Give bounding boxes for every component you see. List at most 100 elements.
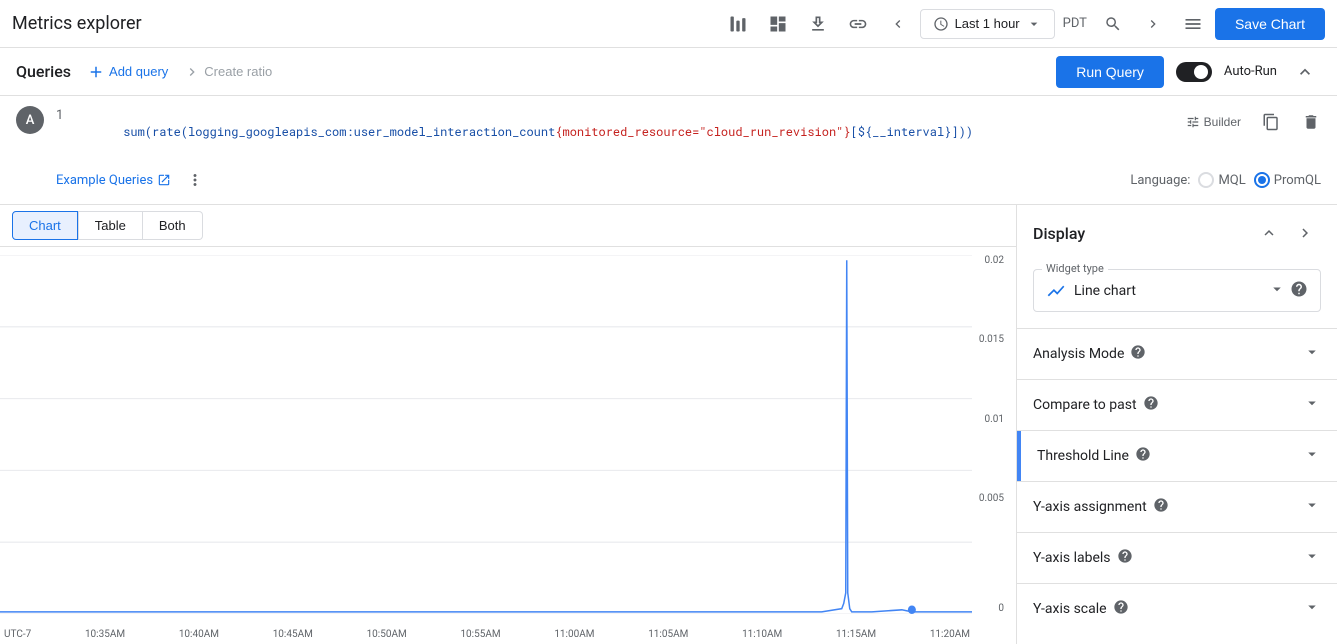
tab-both[interactable]: Both bbox=[143, 211, 203, 240]
queries-bar: Queries Add query Create ratio Run Query… bbox=[0, 48, 1337, 96]
mql-label: MQL bbox=[1218, 173, 1245, 188]
tab-chart[interactable]: Chart bbox=[12, 211, 78, 240]
section-y-axis-scale[interactable]: Y-axis scale bbox=[1017, 583, 1337, 634]
section-left: Y-axis scale bbox=[1033, 599, 1129, 619]
section-left: Y-axis assignment bbox=[1033, 497, 1169, 517]
section-left: Analysis Mode bbox=[1033, 344, 1146, 364]
widget-type-help-btn[interactable] bbox=[1290, 280, 1308, 301]
add-query-label: Add query bbox=[109, 64, 168, 79]
language-selector: Language: MQL PromQL bbox=[1130, 172, 1321, 188]
run-query-btn[interactable]: Run Query bbox=[1056, 56, 1164, 88]
section-threshold-line[interactable]: Threshold Line bbox=[1017, 430, 1337, 481]
threshold-line-chevron bbox=[1303, 445, 1321, 467]
app-header: Metrics explorer bbox=[0, 0, 1337, 48]
search-icon-btn[interactable] bbox=[1095, 6, 1131, 42]
query-code-field[interactable]: sum(rate(logging_googleapis_com:user_mod… bbox=[80, 104, 1170, 160]
timezone-x-label: UTC-7 bbox=[4, 629, 31, 640]
analysis-mode-chevron bbox=[1303, 343, 1321, 365]
chart-canvas: 0.02 0.015 0.01 0.005 0 bbox=[0, 247, 1016, 644]
x-label-2: 10:45AM bbox=[273, 629, 313, 640]
y-axis-scale-help-icon[interactable] bbox=[1113, 599, 1129, 619]
section-left: Compare to past bbox=[1033, 395, 1159, 415]
y-axis-assignment-help-icon[interactable] bbox=[1153, 497, 1169, 517]
y-label-bottom: 0 bbox=[998, 603, 1004, 614]
time-range-btn[interactable]: Last 1 hour bbox=[920, 9, 1055, 39]
widget-type-label: Widget type bbox=[1042, 262, 1108, 275]
create-ratio-label: Create ratio bbox=[204, 64, 272, 79]
display-header-actions bbox=[1253, 217, 1321, 249]
threshold-bar bbox=[1017, 431, 1021, 481]
compare-past-help-icon[interactable] bbox=[1143, 395, 1159, 415]
example-queries-link[interactable]: Example Queries bbox=[56, 173, 171, 188]
section-analysis-mode[interactable]: Analysis Mode bbox=[1017, 328, 1337, 379]
nav-right-icon-btn[interactable] bbox=[1135, 6, 1171, 42]
download-icon-btn[interactable] bbox=[800, 6, 836, 42]
add-query-btn[interactable]: Add query bbox=[87, 63, 168, 81]
save-chart-btn[interactable]: Save Chart bbox=[1215, 8, 1325, 40]
widget-type-actions bbox=[1268, 280, 1308, 301]
auto-run-toggle[interactable] bbox=[1176, 62, 1212, 82]
y-axis-scale-chevron bbox=[1303, 598, 1321, 620]
timezone-label: PDT bbox=[1059, 16, 1091, 31]
builder-btn[interactable]: Builder bbox=[1178, 104, 1249, 140]
query-editor: A 1 sum(rate(logging_googleapis_com:user… bbox=[0, 96, 1337, 205]
y-axis-labels-help-icon[interactable] bbox=[1117, 548, 1133, 568]
collapse-queries-btn[interactable] bbox=[1289, 56, 1321, 88]
x-axis-labels: UTC-7 10:35AM 10:40AM 10:45AM 10:50AM 10… bbox=[0, 629, 972, 640]
mql-option[interactable]: MQL bbox=[1198, 172, 1245, 188]
section-left: Threshold Line bbox=[1037, 446, 1151, 466]
x-label-3: 10:50AM bbox=[367, 629, 407, 640]
x-label-4: 10:55AM bbox=[460, 629, 500, 640]
copy-query-btn[interactable] bbox=[1253, 104, 1289, 140]
y-axis-labels-chevron bbox=[1303, 547, 1321, 569]
threshold-line-label: Threshold Line bbox=[1037, 448, 1129, 464]
query-number: 1 bbox=[56, 108, 72, 123]
section-compare-past[interactable]: Compare to past bbox=[1017, 379, 1337, 430]
chart-tabs: Chart Table Both bbox=[12, 211, 203, 240]
auto-run-label: Auto-Run bbox=[1224, 64, 1277, 79]
chart-panel: Chart Table Both 0.02 0.015 0.01 0.005 0 bbox=[0, 205, 1017, 644]
chart-tabs-bar: Chart Table Both bbox=[0, 205, 1016, 247]
y-axis-labels-label: Y-axis labels bbox=[1033, 550, 1111, 566]
query-actions-bar: Example Queries Language: MQL PromQL bbox=[0, 160, 1337, 204]
language-label: Language: bbox=[1130, 173, 1190, 188]
x-label-8: 11:15AM bbox=[836, 629, 876, 640]
display-collapse-up-btn[interactable] bbox=[1253, 217, 1285, 249]
dashboard-icon-btn[interactable] bbox=[760, 6, 796, 42]
tab-table[interactable]: Table bbox=[78, 211, 143, 240]
section-y-axis-labels[interactable]: Y-axis labels bbox=[1017, 532, 1337, 583]
y-axis-assignment-chevron bbox=[1303, 496, 1321, 518]
create-ratio-btn[interactable]: Create ratio bbox=[184, 64, 272, 80]
app-title: Metrics explorer bbox=[12, 13, 712, 34]
main-area: Chart Table Both 0.02 0.015 0.01 0.005 0 bbox=[0, 205, 1337, 644]
display-expand-right-btn[interactable] bbox=[1289, 217, 1321, 249]
section-y-axis-assignment[interactable]: Y-axis assignment bbox=[1017, 481, 1337, 532]
analysis-mode-help-icon[interactable] bbox=[1130, 344, 1146, 364]
widget-type-section: Widget type Line chart bbox=[1017, 261, 1337, 328]
y-axis-assignment-label: Y-axis assignment bbox=[1033, 499, 1147, 515]
more-options-btn[interactable] bbox=[179, 164, 211, 196]
widget-type-dropdown[interactable]: Widget type Line chart bbox=[1033, 269, 1321, 312]
line-chart-icon bbox=[1046, 281, 1066, 301]
promql-label: PromQL bbox=[1274, 173, 1321, 188]
x-label-0: 10:35AM bbox=[85, 629, 125, 640]
query-badge: A bbox=[16, 106, 44, 134]
query-code-fn: sum(rate(logging_googleapis_com:user_mod… bbox=[123, 124, 555, 140]
promql-radio[interactable] bbox=[1254, 172, 1270, 188]
link-icon-btn[interactable] bbox=[840, 6, 876, 42]
display-panel-header: Display bbox=[1017, 205, 1337, 261]
compare-past-chevron bbox=[1303, 394, 1321, 416]
promql-option[interactable]: PromQL bbox=[1254, 172, 1321, 188]
mql-radio[interactable] bbox=[1198, 172, 1214, 188]
widget-type-dropdown-btn[interactable] bbox=[1268, 280, 1286, 301]
settings-icon-btn[interactable] bbox=[1175, 6, 1211, 42]
threshold-line-help-icon[interactable] bbox=[1135, 446, 1151, 466]
delete-query-btn[interactable] bbox=[1293, 104, 1329, 140]
x-label-6: 11:05AM bbox=[648, 629, 688, 640]
analysis-mode-label: Analysis Mode bbox=[1033, 346, 1124, 362]
display-title: Display bbox=[1033, 224, 1085, 243]
nav-left-icon-btn[interactable] bbox=[880, 6, 916, 42]
x-label-9: 11:20AM bbox=[930, 629, 970, 640]
widget-type-value: Line chart bbox=[1074, 283, 1260, 299]
chart-icon-btn[interactable] bbox=[720, 6, 756, 42]
